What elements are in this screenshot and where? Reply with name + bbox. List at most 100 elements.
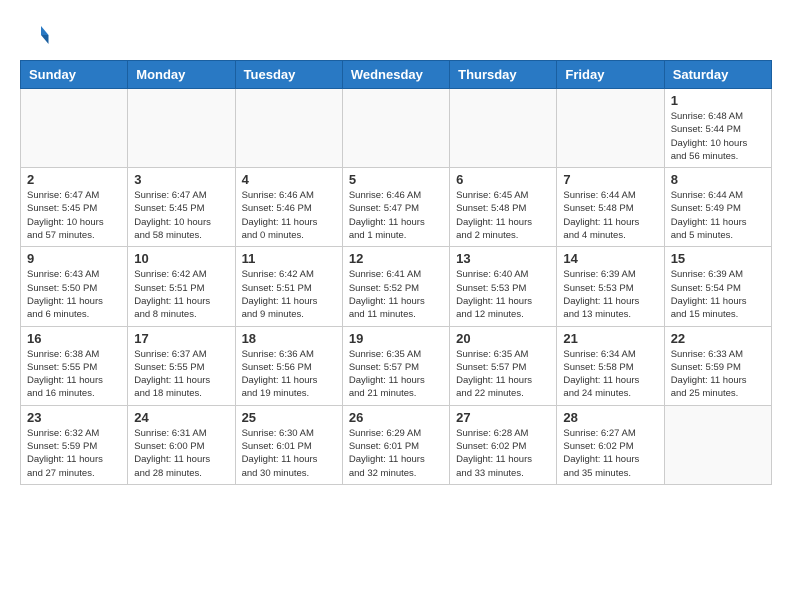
day-number: 26 bbox=[349, 410, 443, 425]
day-number: 12 bbox=[349, 251, 443, 266]
day-info: Sunrise: 6:35 AM Sunset: 5:57 PM Dayligh… bbox=[349, 348, 443, 401]
calendar-cell: 11 Sunrise: 6:42 AM Sunset: 5:51 PM Dayli… bbox=[235, 247, 342, 326]
calendar-cell: 25Sunrise: 6:30 AM Sunset: 6:01 PM Dayli… bbox=[235, 405, 342, 484]
calendar-cell bbox=[21, 89, 128, 168]
day-info: Sunrise: 6:47 AM Sunset: 5:45 PM Dayligh… bbox=[134, 189, 228, 242]
day-number: 16 bbox=[27, 331, 121, 346]
day-info: Sunrise: 6:28 AM Sunset: 6:02 PM Dayligh… bbox=[456, 427, 550, 480]
day-number: 5 bbox=[349, 172, 443, 187]
calendar-week-row: 9 Sunrise: 6:43 AM Sunset: 5:50 PM Daylig… bbox=[21, 247, 772, 326]
calendar-cell: 6 Sunrise: 6:45 AM Sunset: 5:48 PM Daylig… bbox=[450, 168, 557, 247]
day-info: Sunrise: 6:44 AM Sunset: 5:48 PM Dayligh… bbox=[563, 189, 657, 242]
calendar-cell: 15Sunrise: 6:39 AM Sunset: 5:54 PM Dayli… bbox=[664, 247, 771, 326]
day-info: Sunrise: 6:39 AM Sunset: 5:53 PM Dayligh… bbox=[563, 268, 657, 321]
calendar-cell: 20 Sunrise: 6:35 AM Sunset: 5:57 PM Dayli… bbox=[450, 326, 557, 405]
logo-icon bbox=[20, 20, 50, 50]
day-info: Sunrise: 6:46 AM Sunset: 5:47 PM Dayligh… bbox=[349, 189, 443, 242]
day-number: 15 bbox=[671, 251, 765, 266]
day-number: 3 bbox=[134, 172, 228, 187]
day-number: 20 bbox=[456, 331, 550, 346]
weekday-header-saturday: Saturday bbox=[664, 61, 771, 89]
day-number: 27 bbox=[456, 410, 550, 425]
calendar-cell: 24 Sunrise: 6:31 AM Sunset: 6:00 PM Dayli… bbox=[128, 405, 235, 484]
day-number: 28 bbox=[563, 410, 657, 425]
calendar-week-row: 16 Sunrise: 6:38 AM Sunset: 5:55 PM Dayli… bbox=[21, 326, 772, 405]
day-number: 13 bbox=[456, 251, 550, 266]
weekday-header-thursday: Thursday bbox=[450, 61, 557, 89]
day-info: Sunrise: 6:32 AM Sunset: 5:59 PM Dayligh… bbox=[27, 427, 121, 480]
day-number: 7 bbox=[563, 172, 657, 187]
calendar-cell: 14 Sunrise: 6:39 AM Sunset: 5:53 PM Dayli… bbox=[557, 247, 664, 326]
day-info: Sunrise: 6:36 AM Sunset: 5:56 PM Dayligh… bbox=[242, 348, 336, 401]
calendar-cell bbox=[450, 89, 557, 168]
calendar-cell: 28 Sunrise: 6:27 AM Sunset: 6:02 PM Dayli… bbox=[557, 405, 664, 484]
weekday-header-friday: Friday bbox=[557, 61, 664, 89]
calendar-cell: 7 Sunrise: 6:44 AM Sunset: 5:48 PM Daylig… bbox=[557, 168, 664, 247]
calendar-cell: 13 Sunrise: 6:40 AM Sunset: 5:53 PM Dayli… bbox=[450, 247, 557, 326]
calendar-cell: 2 Sunrise: 6:47 AM Sunset: 5:45 PM Daylig… bbox=[21, 168, 128, 247]
day-info: Sunrise: 6:47 AM Sunset: 5:45 PM Dayligh… bbox=[27, 189, 121, 242]
calendar-week-row: 2 Sunrise: 6:47 AM Sunset: 5:45 PM Daylig… bbox=[21, 168, 772, 247]
day-info: Sunrise: 6:33 AM Sunset: 5:59 PM Dayligh… bbox=[671, 348, 765, 401]
day-info: Sunrise: 6:42 AM Sunset: 5:51 PM Dayligh… bbox=[134, 268, 228, 321]
day-info: Sunrise: 6:45 AM Sunset: 5:48 PM Dayligh… bbox=[456, 189, 550, 242]
day-info: Sunrise: 6:41 AM Sunset: 5:52 PM Dayligh… bbox=[349, 268, 443, 321]
calendar-cell bbox=[128, 89, 235, 168]
day-number: 9 bbox=[27, 251, 121, 266]
day-info: Sunrise: 6:37 AM Sunset: 5:55 PM Dayligh… bbox=[134, 348, 228, 401]
day-info: Sunrise: 6:42 AM Sunset: 5:51 PM Dayligh… bbox=[242, 268, 336, 321]
calendar-cell: 17Sunrise: 6:37 AM Sunset: 5:55 PM Dayli… bbox=[128, 326, 235, 405]
weekday-header-wednesday: Wednesday bbox=[342, 61, 449, 89]
page-header bbox=[20, 20, 772, 50]
day-number: 19 bbox=[349, 331, 443, 346]
calendar-cell: 5 Sunrise: 6:46 AM Sunset: 5:47 PM Daylig… bbox=[342, 168, 449, 247]
day-info: Sunrise: 6:27 AM Sunset: 6:02 PM Dayligh… bbox=[563, 427, 657, 480]
calendar-cell: 1 Sunrise: 6:48 AM Sunset: 5:44 PM Daylig… bbox=[664, 89, 771, 168]
day-number: 6 bbox=[456, 172, 550, 187]
calendar-cell bbox=[557, 89, 664, 168]
calendar-cell: 9 Sunrise: 6:43 AM Sunset: 5:50 PM Daylig… bbox=[21, 247, 128, 326]
day-number: 23 bbox=[27, 410, 121, 425]
logo bbox=[20, 20, 54, 50]
day-number: 2 bbox=[27, 172, 121, 187]
weekday-header-monday: Monday bbox=[128, 61, 235, 89]
day-number: 22 bbox=[671, 331, 765, 346]
calendar-cell: 21 Sunrise: 6:34 AM Sunset: 5:58 PM Dayli… bbox=[557, 326, 664, 405]
weekday-header-row: SundayMondayTuesdayWednesdayThursdayFrid… bbox=[21, 61, 772, 89]
day-info: Sunrise: 6:43 AM Sunset: 5:50 PM Dayligh… bbox=[27, 268, 121, 321]
day-number: 11 bbox=[242, 251, 336, 266]
day-info: Sunrise: 6:34 AM Sunset: 5:58 PM Dayligh… bbox=[563, 348, 657, 401]
day-number: 1 bbox=[671, 93, 765, 108]
weekday-header-tuesday: Tuesday bbox=[235, 61, 342, 89]
day-info: Sunrise: 6:48 AM Sunset: 5:44 PM Dayligh… bbox=[671, 110, 765, 163]
calendar-cell bbox=[235, 89, 342, 168]
day-number: 10 bbox=[134, 251, 228, 266]
calendar-cell: 4Sunrise: 6:46 AM Sunset: 5:46 PM Daylig… bbox=[235, 168, 342, 247]
day-number: 14 bbox=[563, 251, 657, 266]
calendar-week-row: 23 Sunrise: 6:32 AM Sunset: 5:59 PM Dayli… bbox=[21, 405, 772, 484]
calendar-cell: 22 Sunrise: 6:33 AM Sunset: 5:59 PM Dayli… bbox=[664, 326, 771, 405]
day-info: Sunrise: 6:44 AM Sunset: 5:49 PM Dayligh… bbox=[671, 189, 765, 242]
day-number: 24 bbox=[134, 410, 228, 425]
calendar-cell: 10 Sunrise: 6:42 AM Sunset: 5:51 PM Dayli… bbox=[128, 247, 235, 326]
day-number: 18 bbox=[242, 331, 336, 346]
calendar-cell: 16 Sunrise: 6:38 AM Sunset: 5:55 PM Dayli… bbox=[21, 326, 128, 405]
day-info: Sunrise: 6:40 AM Sunset: 5:53 PM Dayligh… bbox=[456, 268, 550, 321]
day-number: 21 bbox=[563, 331, 657, 346]
calendar-cell: 27 Sunrise: 6:28 AM Sunset: 6:02 PM Dayli… bbox=[450, 405, 557, 484]
day-info: Sunrise: 6:29 AM Sunset: 6:01 PM Dayligh… bbox=[349, 427, 443, 480]
calendar-cell: 8Sunrise: 6:44 AM Sunset: 5:49 PM Daylig… bbox=[664, 168, 771, 247]
calendar-cell: 12 Sunrise: 6:41 AM Sunset: 5:52 PM Dayli… bbox=[342, 247, 449, 326]
calendar-cell bbox=[664, 405, 771, 484]
calendar-cell: 26 Sunrise: 6:29 AM Sunset: 6:01 PM Dayli… bbox=[342, 405, 449, 484]
calendar-cell: 18 Sunrise: 6:36 AM Sunset: 5:56 PM Dayli… bbox=[235, 326, 342, 405]
day-number: 4 bbox=[242, 172, 336, 187]
day-info: Sunrise: 6:30 AM Sunset: 6:01 PM Dayligh… bbox=[242, 427, 336, 480]
calendar-cell: 3 Sunrise: 6:47 AM Sunset: 5:45 PM Daylig… bbox=[128, 168, 235, 247]
day-info: Sunrise: 6:31 AM Sunset: 6:00 PM Dayligh… bbox=[134, 427, 228, 480]
calendar-cell: 19 Sunrise: 6:35 AM Sunset: 5:57 PM Dayli… bbox=[342, 326, 449, 405]
day-info: Sunrise: 6:35 AM Sunset: 5:57 PM Dayligh… bbox=[456, 348, 550, 401]
calendar-cell bbox=[342, 89, 449, 168]
calendar-week-row: 1 Sunrise: 6:48 AM Sunset: 5:44 PM Daylig… bbox=[21, 89, 772, 168]
day-info: Sunrise: 6:38 AM Sunset: 5:55 PM Dayligh… bbox=[27, 348, 121, 401]
